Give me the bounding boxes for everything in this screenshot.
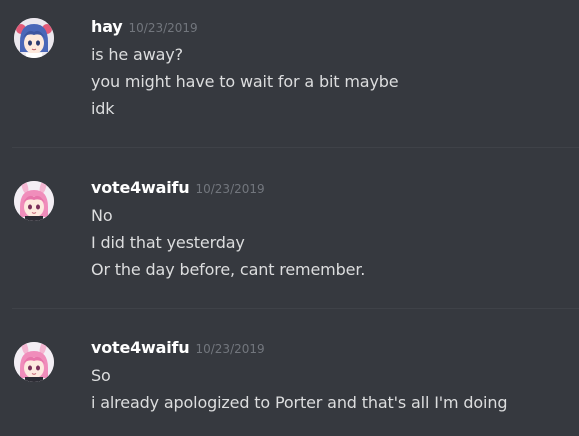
avatar[interactable] [14,342,54,382]
message-header: vote4waifu 10/23/2019 [91,178,265,197]
message-text: Or the day before, cant remember. [91,260,366,279]
blue-haired-girl-avatar-icon [14,18,54,58]
pink-bunny-girl-avatar-icon [14,181,54,221]
username[interactable]: vote4waifu [91,338,190,357]
timestamp[interactable]: 10/23/2019 [195,182,264,196]
timestamp[interactable]: 10/23/2019 [195,342,264,356]
message-text: No [91,206,113,225]
message-text: i already apologized to Porter and that'… [91,393,508,412]
message-text: I did that yesterday [91,233,245,252]
chat-message-list: hay 10/23/2019 is he away? you might have… [0,0,579,436]
message-text: So [91,366,111,385]
message-header: hay 10/23/2019 [91,17,198,36]
message-text: idk [91,99,115,118]
avatar[interactable] [14,18,54,58]
timestamp[interactable]: 10/23/2019 [129,21,198,35]
message-header: vote4waifu 10/23/2019 [91,338,265,357]
message-text: you might have to wait for a bit maybe [91,72,399,91]
pink-bunny-girl-avatar-icon [14,342,54,382]
username[interactable]: hay [91,17,123,36]
message-text: is he away? [91,45,183,64]
message-divider [12,308,579,309]
message-divider [12,147,579,148]
username[interactable]: vote4waifu [91,178,190,197]
avatar[interactable] [14,181,54,221]
